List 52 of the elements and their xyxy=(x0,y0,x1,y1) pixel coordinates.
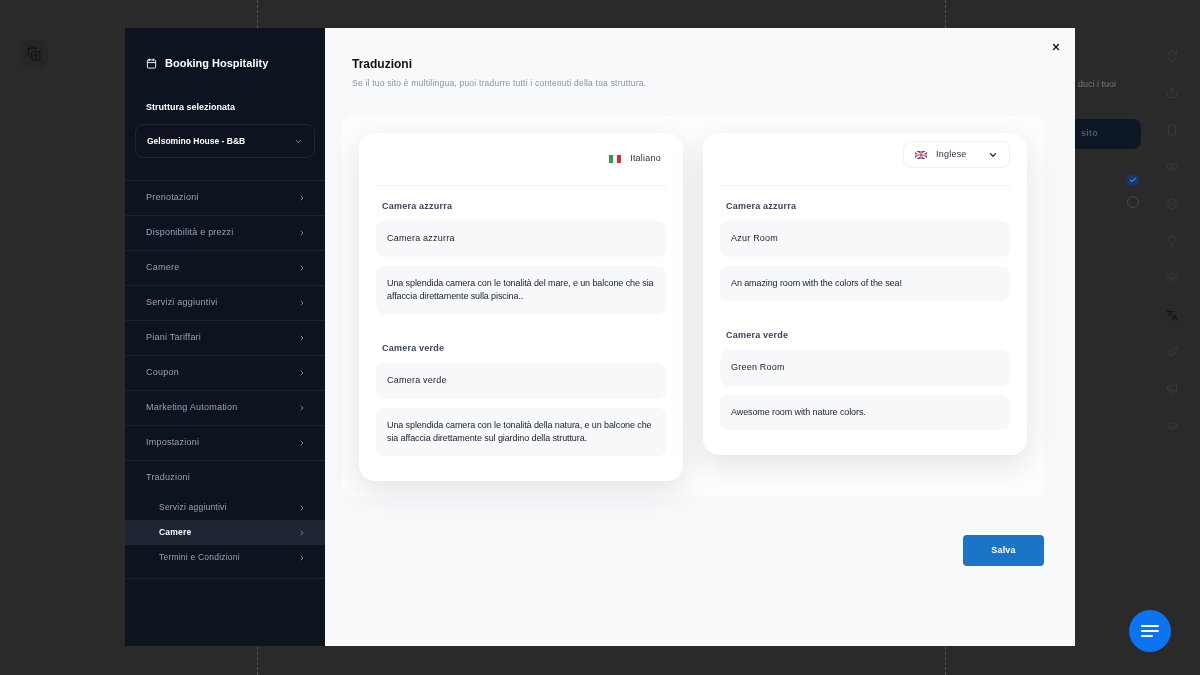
check-icon xyxy=(1129,175,1137,184)
name-field[interactable]: Azur Room xyxy=(720,221,1010,257)
save-button[interactable]: Salva xyxy=(963,534,1044,566)
menu-item[interactable]: Impostazioni xyxy=(125,426,325,460)
submenu-item[interactable]: Camere xyxy=(125,520,325,545)
chevron-right-icon xyxy=(298,553,306,562)
page-subtitle: Se il tuo sito è multilingua, puoi tradurre tutti i contenuti della tua struttura. xyxy=(352,77,648,90)
description-field[interactable]: Awesome room with nature colors. xyxy=(720,394,1010,430)
description-field[interactable]: An amazing room with the colors of the sea! xyxy=(720,265,1010,301)
menu-item[interactable]: Traduzioni xyxy=(125,461,325,495)
submenu-item[interactable]: Termini e Condizioni xyxy=(125,545,325,570)
page-title: Traduzioni xyxy=(352,56,413,73)
flag-icon xyxy=(609,154,622,163)
room-label: Camera verde xyxy=(725,328,790,342)
chat-lines-icon xyxy=(1141,625,1159,637)
chevron-right-icon xyxy=(298,264,306,272)
description-field[interactable]: Una splendida camera con le tonalità del mare, e un balcone che sia affaccia direttamente sulla piscina.. xyxy=(376,265,666,314)
chevron-right-icon xyxy=(298,503,306,512)
menu-item[interactable]: Disponibilità e prezzi xyxy=(125,216,325,250)
name-field[interactable]: Camera verde xyxy=(376,363,666,399)
property-select[interactable]: Gelsomino House - B&B xyxy=(135,124,315,158)
menu-item[interactable]: Piani Tariffari xyxy=(125,321,325,355)
menu-item[interactable]: Prenotazioni xyxy=(125,181,325,215)
room-label: Camera azzurra xyxy=(725,199,798,213)
name-field[interactable]: Green Room xyxy=(720,350,1010,386)
language-select[interactable]: Inglese xyxy=(903,141,1010,169)
menu-item[interactable]: Servizi aggiuntivi xyxy=(125,286,325,320)
room-label: Camera azzurra xyxy=(381,199,454,213)
chevron-right-icon xyxy=(298,229,306,237)
close-icon xyxy=(1051,42,1061,52)
property-label: Struttura selezionata xyxy=(145,100,237,114)
menu-item[interactable]: Coupon xyxy=(125,356,325,390)
chevron-right-icon xyxy=(298,528,306,537)
chevron-right-icon xyxy=(298,194,306,202)
chat-button[interactable] xyxy=(1129,610,1171,652)
language-label: Italiano xyxy=(630,152,661,165)
translate-icon[interactable] xyxy=(1166,309,1178,321)
chevron-right-icon xyxy=(298,439,306,447)
option-radio[interactable] xyxy=(1127,173,1139,186)
chevron-right-icon xyxy=(298,299,306,307)
chevron-right-icon xyxy=(298,404,306,412)
menu-item[interactable]: Marketing Automation xyxy=(125,391,325,425)
menu-item[interactable]: Camere xyxy=(125,251,325,285)
room-label: Camera verde xyxy=(381,341,446,355)
description-field[interactable]: Una splendida camera con le tonalità della natura, e un balcone che sia affaccia direttamente sul giardino della struttura. xyxy=(376,407,666,456)
flag-icon xyxy=(915,150,927,159)
calendar-icon xyxy=(146,57,157,69)
name-field[interactable]: Camera azzurra xyxy=(376,221,666,257)
app-title: Booking Hospitality xyxy=(165,56,269,71)
chevron-right-icon xyxy=(298,369,306,377)
chevron-right-icon xyxy=(298,334,306,342)
submenu-item[interactable]: Servizi aggiuntivi xyxy=(125,495,325,520)
